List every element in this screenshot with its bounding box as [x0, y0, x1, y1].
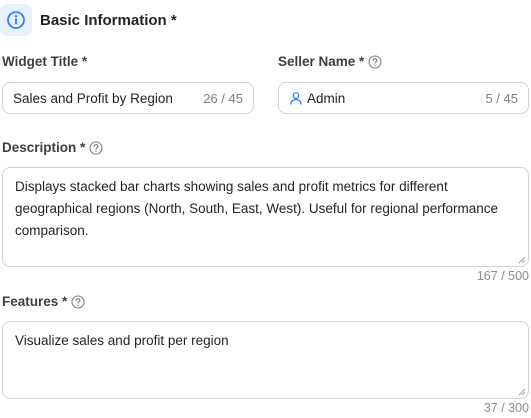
seller-name-label-text: Seller Name * [278, 54, 365, 69]
features-textarea[interactable]: Visualize sales and profit per region [2, 321, 529, 399]
question-circle-icon[interactable] [71, 294, 85, 309]
features-label-text: Features * [2, 294, 68, 309]
widget-title-value: Sales and Profit by Region [13, 90, 173, 106]
info-icon [0, 4, 32, 36]
seller-name-value: Admin [307, 90, 346, 106]
widget-title-input[interactable]: Sales and Profit by Region 26 / 45 [2, 82, 254, 114]
user-icon [289, 91, 303, 105]
description-label-text: Description * [2, 140, 86, 155]
features-label: Features * [2, 294, 85, 309]
question-circle-icon[interactable] [89, 140, 103, 155]
question-circle-icon[interactable] [368, 54, 382, 69]
seller-name-label: Seller Name * [278, 54, 382, 69]
section-title: Basic Information * [40, 11, 177, 29]
widget-title-label: Widget Title * [2, 54, 87, 69]
description-label: Description * [2, 140, 103, 155]
resize-handle-icon[interactable] [518, 388, 526, 396]
features-char-count: 37 / 300 [483, 401, 529, 415]
description-textarea[interactable]: Displays stacked bar charts showing sale… [2, 167, 529, 267]
section-header: Basic Information * [0, 4, 177, 36]
seller-name-input[interactable]: Admin 5 / 45 [278, 82, 529, 114]
widget-title-char-count: 26 / 45 [203, 90, 243, 106]
features-value: Visualize sales and profit per region [15, 333, 229, 348]
widget-title-label-text: Widget Title * [2, 54, 88, 69]
description-char-count: 167 / 500 [476, 269, 529, 283]
description-value: Displays stacked bar charts showing sale… [15, 179, 498, 238]
resize-handle-icon[interactable] [518, 256, 526, 264]
seller-name-char-count: 5 / 45 [485, 90, 518, 106]
